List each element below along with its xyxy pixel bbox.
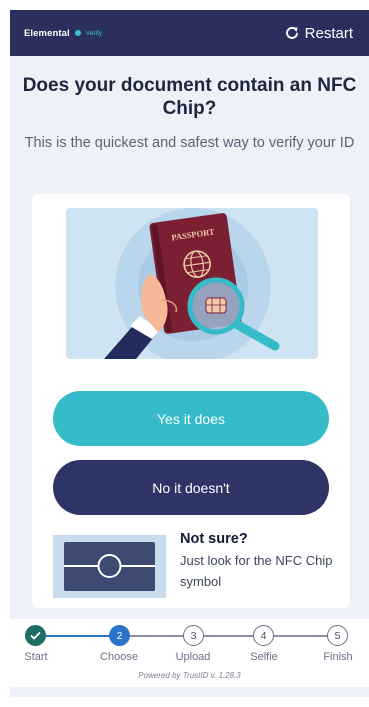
progress-stepper: 2 3 4 5 Start Choose Upload Selfie Finis… bbox=[10, 619, 369, 687]
page-subtitle: This is the quickest and safest way to v… bbox=[24, 135, 355, 151]
restart-icon bbox=[285, 27, 298, 39]
step-choose-active: 2 bbox=[109, 625, 130, 646]
step-label-upload: Upload bbox=[175, 651, 211, 663]
step-connector bbox=[46, 635, 109, 637]
nfc-question-card: PASSPORT Yes it does No it doesn't Not s… bbox=[32, 194, 350, 608]
hint-title: Not sure? bbox=[180, 531, 248, 547]
app-frame: Elemental Verify Restart Does your docum… bbox=[10, 10, 369, 697]
yes-nfc-button[interactable]: Yes it does bbox=[53, 391, 329, 446]
passport-illustration: PASSPORT bbox=[66, 208, 318, 359]
brand-dot-icon bbox=[74, 30, 81, 36]
step-upload: 3 bbox=[183, 625, 204, 646]
page-title: Does your document contain an NFC Chip? bbox=[22, 75, 357, 119]
hint-text: Just look for the NFC Chip symbol bbox=[180, 553, 333, 589]
step-label-finish: Finish bbox=[323, 651, 353, 663]
brand-logo: Elemental Verify bbox=[24, 28, 102, 39]
brand-subtitle: Verify bbox=[85, 29, 103, 37]
step-connector bbox=[128, 635, 184, 637]
step-start-complete-icon bbox=[25, 625, 46, 646]
step-connector bbox=[272, 635, 329, 637]
step-connector bbox=[203, 635, 253, 637]
step-selfie: 4 bbox=[253, 625, 274, 646]
app-header: Elemental Verify Restart bbox=[10, 10, 369, 56]
powered-by-text: Powered by TrustID v. 1.28.3 bbox=[138, 671, 241, 680]
step-label-selfie: Selfie bbox=[250, 651, 278, 663]
step-finish: 5 bbox=[327, 625, 348, 646]
brand-name: Elemental bbox=[24, 27, 70, 39]
no-nfc-button[interactable]: No it doesn't bbox=[53, 460, 329, 515]
step-label-choose: Choose bbox=[100, 651, 138, 663]
restart-button[interactable]: Restart bbox=[285, 25, 353, 42]
nfc-chip-symbol bbox=[53, 535, 166, 598]
restart-label: Restart bbox=[304, 24, 353, 42]
step-label-start: Start bbox=[24, 651, 48, 663]
